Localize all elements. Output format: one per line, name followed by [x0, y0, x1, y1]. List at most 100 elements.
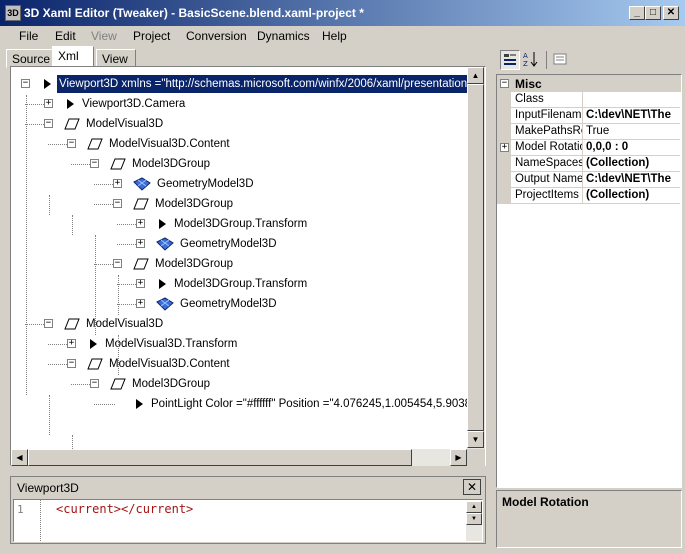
menu-dynamics[interactable]: Dynamics — [257, 29, 310, 43]
property-name: Class — [513, 92, 583, 107]
tree-node[interactable]: − ModelVisual3D — [11, 115, 467, 133]
tree-node-label: GeometryModel3D — [157, 178, 254, 190]
tree-node-label: Viewport3D.Camera — [82, 98, 186, 110]
menu-edit[interactable]: Edit — [55, 29, 76, 43]
tree-node-label: Model3DGroup.Transform — [174, 278, 308, 290]
tree-vertical-scroll-thumb[interactable] — [467, 84, 484, 431]
menu-help[interactable]: Help — [322, 29, 347, 43]
collapse-icon[interactable]: − — [44, 319, 53, 328]
collapse-icon[interactable]: − — [113, 259, 122, 268]
tree-node[interactable]: + GeometryModel3D — [11, 235, 467, 253]
property-category-misc[interactable]: − Misc — [497, 75, 681, 92]
tree-node[interactable]: + Model3DGroup.Transform — [11, 215, 467, 233]
close-button[interactable]: ✕ — [663, 6, 679, 20]
menu-file[interactable]: File — [19, 29, 38, 43]
property-row[interactable]: ProjectItems (Collection) — [497, 188, 680, 204]
code-vertical-scrollbar[interactable]: ▲ ▼ — [466, 501, 482, 541]
collapse-icon[interactable]: − — [90, 379, 99, 388]
expand-icon[interactable]: + — [136, 279, 145, 288]
collapse-icon[interactable]: − — [44, 119, 53, 128]
property-name: NameSpaces — [515, 156, 583, 171]
tree-horizontal-scroll-thumb[interactable] — [28, 449, 412, 466]
property-value[interactable]: (Collection) — [584, 156, 680, 171]
menu-project[interactable]: Project — [133, 29, 170, 43]
parallelogram-node-icon — [87, 138, 103, 150]
property-row[interactable]: + Model Rotatio 0,0,0 : 0 — [497, 140, 680, 156]
parallelogram-node-icon — [133, 198, 149, 210]
vertical-splitter[interactable] — [491, 46, 494, 550]
tree-connector — [94, 264, 115, 265]
tree-node[interactable]: + ModelVisual3D.Transform — [11, 335, 467, 353]
expand-icon[interactable]: + — [136, 219, 145, 228]
tree-node[interactable]: − Model3DGroup — [11, 375, 467, 393]
property-row[interactable]: MakePathsRe True — [497, 124, 680, 140]
tree-vertical-scrollbar[interactable]: ▲ ▼ — [467, 67, 485, 449]
tree-node-label: Viewport3D xmlns ="http://schemas.micros… — [57, 75, 467, 93]
alphabetical-view-button[interactable]: AZ — [522, 50, 542, 70]
scroll-up-arrow-icon[interactable]: ▲ — [467, 67, 484, 84]
property-row[interactable]: Output Name C:\dev\NET\The — [497, 172, 680, 188]
tree-node-label: Model3DGroup — [155, 258, 233, 270]
tree-connector — [95, 235, 96, 335]
maximize-button[interactable]: □ — [645, 6, 661, 20]
tree-node[interactable]: + Model3DGroup.Transform — [11, 275, 467, 293]
collapse-icon[interactable]: − — [90, 159, 99, 168]
categorized-view-button[interactable] — [500, 50, 520, 70]
property-value[interactable]: C:\dev\NET\The — [584, 172, 680, 187]
collapse-icon[interactable]: − — [113, 199, 122, 208]
expand-icon[interactable]: + — [136, 239, 145, 248]
node-icon — [133, 398, 145, 410]
property-value[interactable]: 0,0,0 : 0 — [584, 140, 680, 155]
tree-connector — [25, 124, 46, 125]
scroll-left-arrow-icon[interactable]: ◀ — [11, 449, 28, 466]
tree-node[interactable]: − ModelVisual3D.Content — [11, 135, 467, 153]
property-expand-icon[interactable]: + — [500, 143, 509, 152]
parallelogram-node-icon — [110, 378, 126, 390]
tree-node[interactable]: − Model3DGroup — [11, 255, 467, 273]
collapse-icon[interactable]: − — [21, 79, 30, 88]
tree-node[interactable]: − Viewport3D xmlns ="http://schemas.micro… — [11, 75, 467, 93]
expand-icon[interactable]: + — [136, 299, 145, 308]
menu-conversion[interactable]: Conversion — [186, 29, 247, 43]
expand-icon[interactable]: + — [113, 179, 122, 188]
code-panel-close-icon[interactable]: ✕ — [463, 479, 481, 495]
tree-horizontal-scrollbar[interactable]: ◀ ▶ — [11, 449, 467, 466]
tree-connector — [118, 335, 119, 375]
node-icon — [87, 338, 99, 350]
scroll-down-arrow-icon[interactable]: ▼ — [467, 431, 484, 448]
code-text[interactable]: <current></current> — [56, 502, 193, 516]
category-collapse-icon[interactable]: − — [500, 79, 509, 88]
property-value[interactable]: C:\dev\NET\The — [584, 108, 680, 123]
node-icon — [133, 177, 151, 191]
tree-node[interactable]: + Viewport3D.Camera — [11, 95, 467, 113]
property-rows: Class InputFilename C:\dev\NET\The MakePath… — [497, 92, 681, 212]
property-row[interactable]: Class — [497, 92, 680, 108]
parallelogram-node-icon — [110, 158, 126, 170]
property-row[interactable]: NameSpaces (Collection) — [497, 156, 680, 172]
minimize-button[interactable]: _ — [629, 6, 645, 20]
code-editor[interactable]: 1 <current></current> ▲ ▼ — [13, 499, 483, 542]
scroll-right-arrow-icon[interactable]: ▶ — [450, 449, 467, 466]
property-value[interactable]: (Collection) — [584, 188, 680, 203]
tree-node[interactable]: − Model3DGroup — [11, 155, 467, 173]
property-row[interactable]: InputFilename C:\dev\NET\The — [497, 108, 680, 124]
collapse-icon[interactable]: − — [67, 139, 76, 148]
property-value[interactable]: True — [584, 124, 680, 139]
code-scroll-up-icon[interactable]: ▲ — [466, 501, 482, 513]
expand-icon[interactable]: + — [67, 339, 76, 348]
code-scroll-down-icon[interactable]: ▼ — [466, 513, 482, 525]
parallelogram-node-icon — [133, 258, 149, 270]
expand-icon[interactable]: + — [44, 99, 53, 108]
collapse-icon[interactable]: − — [67, 359, 76, 368]
tree-node[interactable]: PointLight Color ="#ffffff" Position ="4… — [11, 395, 467, 413]
tree-node[interactable]: + GeometryModel3D — [11, 295, 467, 313]
tree-connector — [117, 224, 138, 225]
tree-node[interactable]: − ModelVisual3D — [11, 315, 467, 333]
tree-node[interactable]: − ModelVisual3D.Content — [11, 355, 467, 373]
geometry-mesh-icon — [133, 177, 151, 191]
tree-node[interactable]: + GeometryModel3D — [11, 175, 467, 193]
node-icon — [110, 158, 126, 170]
tree-node[interactable]: − Model3DGroup — [11, 195, 467, 213]
tab-xml[interactable]: Xml — [52, 46, 94, 67]
property-pages-button[interactable] — [551, 50, 571, 70]
